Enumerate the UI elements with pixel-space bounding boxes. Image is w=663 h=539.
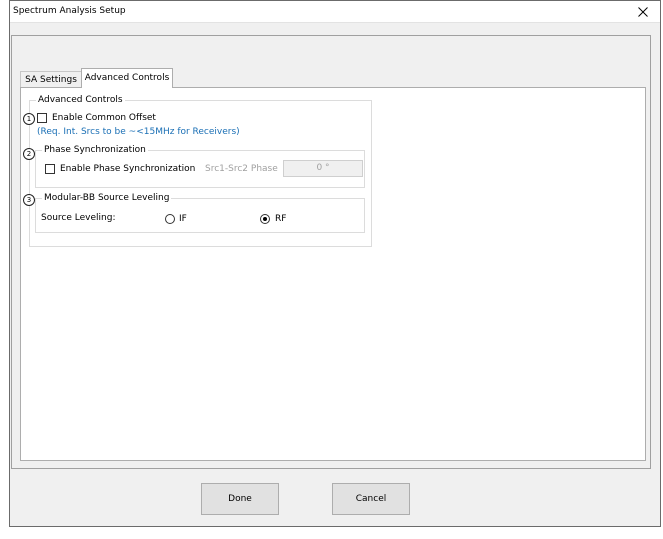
marker-2-icon: 2 xyxy=(23,148,35,160)
enable-phase-sync-checkbox[interactable] xyxy=(45,164,55,174)
window-title: Spectrum Analysis Setup xyxy=(13,6,126,16)
source-leveling-label: Source Leveling: xyxy=(41,213,116,223)
leveling-if-radio[interactable] xyxy=(165,214,175,224)
marker-1-icon: 1 xyxy=(23,113,35,125)
phase-sync-group-title: Phase Synchronization xyxy=(42,144,148,156)
advanced-controls-group-title: Advanced Controls xyxy=(36,94,125,106)
src-phase-input[interactable]: 0 ° xyxy=(283,160,363,177)
close-button[interactable] xyxy=(626,1,660,23)
close-icon xyxy=(638,7,648,17)
title-bar: Spectrum Analysis Setup xyxy=(10,1,660,23)
tab-sa-settings[interactable]: SA Settings xyxy=(20,71,82,88)
dialog-window: Spectrum Analysis Setup SA Settings Adva… xyxy=(9,0,661,527)
tab-advanced-controls[interactable]: Advanced Controls xyxy=(81,68,173,88)
done-button[interactable]: Done xyxy=(201,483,279,515)
enable-phase-sync-label[interactable]: Enable Phase Synchronization xyxy=(60,163,195,175)
tab-page-advanced-controls: Advanced Controls 1 Enable Common Offset… xyxy=(20,87,646,461)
leveling-rf-label[interactable]: RF xyxy=(275,213,286,225)
leveling-rf-radio[interactable] xyxy=(260,214,270,224)
cancel-button[interactable]: Cancel xyxy=(332,483,410,515)
source-leveling-group-title: Modular-BB Source Leveling xyxy=(42,192,172,204)
leveling-if-label[interactable]: IF xyxy=(179,213,187,225)
src-phase-label: Src1-Src2 Phase xyxy=(205,164,278,174)
marker-3-icon: 3 xyxy=(23,194,35,206)
enable-common-offset-checkbox[interactable] xyxy=(37,113,47,123)
common-offset-note: (Req. Int. Srcs to be ~<15MHz for Receiv… xyxy=(37,127,240,137)
enable-common-offset-label[interactable]: Enable Common Offset xyxy=(52,112,156,124)
